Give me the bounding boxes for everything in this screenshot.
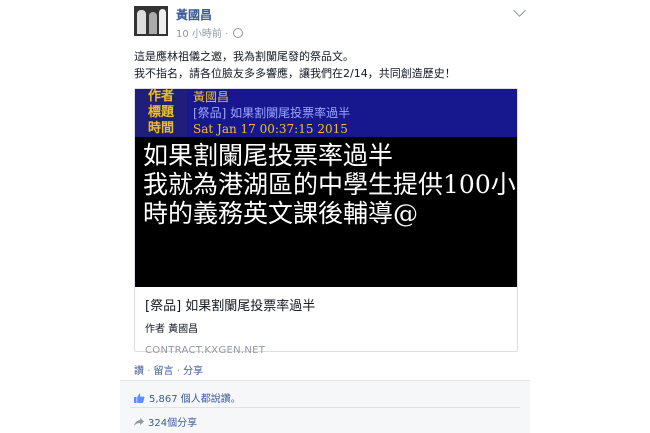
ufi-summary: 5,867 個人都說讚。 324個分享 [120,380,530,433]
link-author: 作者 黃國昌 [145,324,199,335]
globe-icon [233,28,244,38]
thumbs-up-icon [134,393,145,403]
post-text-line: 我不指名，請各位臉友多多響應，讓我們在2/14，共同創造歷史！ [134,67,456,80]
shares-count[interactable]: 324個分享 [148,418,197,429]
time-label: 時間 [135,121,187,137]
author-value: 黃國昌 [193,90,230,104]
title-label: 標題 [135,105,187,121]
ptt-header: 作者 黃國昌 標題 [祭品] 如果割闌尾投票率過半 時間 Sat Jan 17 … [135,89,517,137]
post-time[interactable]: 10 小時前 · [176,25,244,40]
author-name[interactable]: 黃國昌 [176,6,212,23]
time-value: Sat Jan 17 00:37:15 2015 [193,122,348,136]
link-domain: CONTRACT.KXGEN.NET [145,345,266,356]
link-preview-card[interactable]: 作者 黃國昌 標題 [祭品] 如果割闌尾投票率過半 時間 Sat Jan 17 … [134,88,518,356]
author-label: 作者 [135,89,187,105]
share-link[interactable]: 分享 [183,366,203,377]
post-actions: 讚 · 留言 · 分享 [134,366,204,377]
title-value: [祭品] 如果割闌尾投票率過半 [193,106,351,120]
like-link[interactable]: 讚 [134,366,144,377]
post-text-line: 這是應林祖儀之邀，我為割闌尾發的祭品文。 [134,50,354,63]
share-icon [134,418,144,426]
post-time-text[interactable]: 10 小時前 · [176,29,231,40]
ptt-body-line: 時的義務英文課後輔導@ [143,199,419,228]
ptt-body-line: 我就為港湖區的中學生提供100小 [143,170,515,199]
ptt-body: 如果割闌尾投票率過半 我就為港湖區的中學生提供100小 時的義務英文課後輔導@ [143,141,515,228]
likes-count[interactable]: 5,867 個人都說讚。 [149,394,241,405]
ptt-body-line: 如果割闌尾投票率過半 [143,141,394,170]
link-meta: [祭品] 如果割闌尾投票率過半 作者 黃國昌 CONTRACT.KXGEN.NE… [145,295,315,356]
link-title[interactable]: [祭品] 如果割闌尾投票率過半 [145,295,315,314]
link-preview-image[interactable]: 作者 黃國昌 標題 [祭品] 如果割闌尾投票率過半 時間 Sat Jan 17 … [135,89,517,287]
shares-row[interactable]: 324個分享 [134,414,197,429]
author-avatar[interactable] [134,6,168,36]
divider [130,407,520,408]
post-text: 這是應林祖儀之邀，我為割闌尾發的祭品文。 我不指名，請各位臉友多多響應，讓我們在… [134,48,524,82]
likes-row[interactable]: 5,867 個人都說讚。 [134,390,241,405]
chevron-down-icon[interactable] [513,4,526,17]
facebook-post: 黃國昌 10 小時前 · 這是應林祖儀之邀，我為割闌尾發的祭品文。 我不指名，請… [120,0,530,433]
comment-link[interactable]: 留言 [154,366,174,377]
